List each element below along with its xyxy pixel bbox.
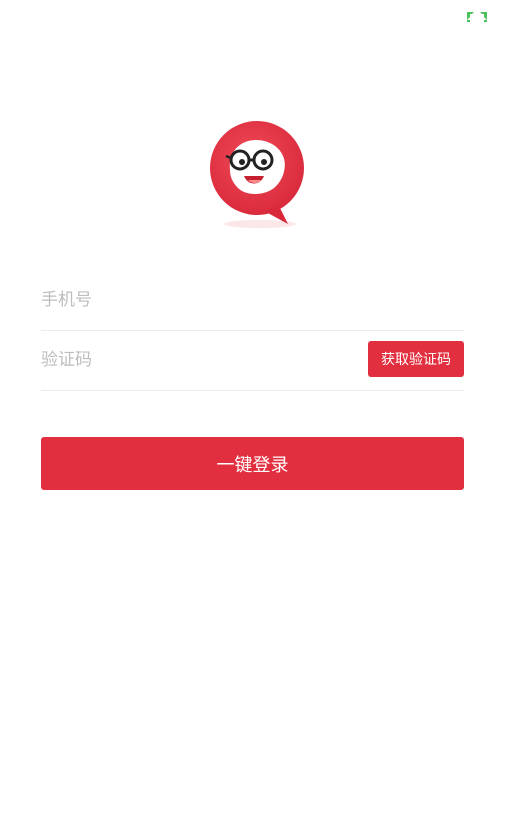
phone-input[interactable] [41, 270, 464, 330]
verification-code-field-row: 获取验证码 [41, 330, 464, 391]
verification-code-input[interactable] [41, 330, 351, 390]
get-code-button[interactable]: 获取验证码 [368, 341, 464, 377]
mascot-logo-icon [210, 121, 304, 228]
fullscreen-expand-icon[interactable] [466, 11, 488, 23]
one-click-login-button[interactable]: 一键登录 [41, 437, 464, 490]
phone-field-row [41, 270, 464, 331]
